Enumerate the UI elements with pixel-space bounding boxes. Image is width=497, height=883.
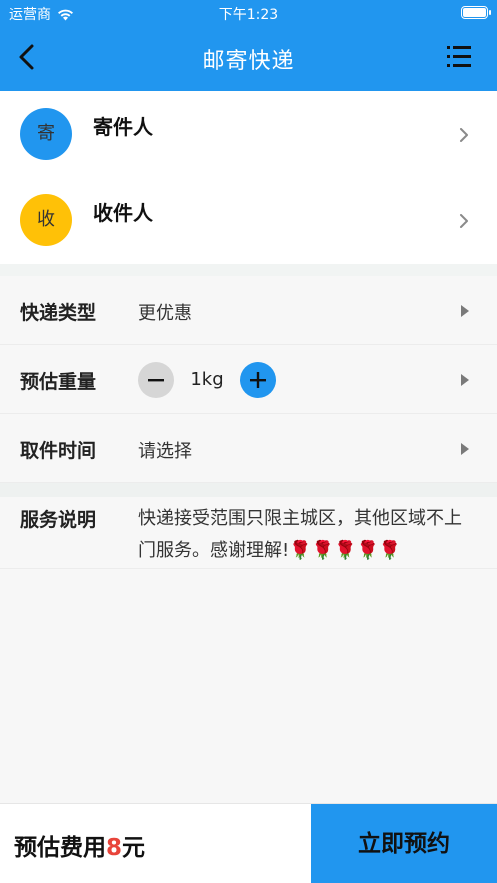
- order-form: 快递类型 更优惠 预估重量 1kg 取件时间 请选择: [0, 276, 497, 483]
- chevron-right-icon: [460, 214, 468, 228]
- book-now-button[interactable]: 立即预约: [311, 804, 497, 883]
- express-type-label: 快递类型: [20, 302, 97, 324]
- caret-right-icon: [461, 443, 469, 455]
- caret-right-icon: [461, 305, 469, 317]
- plus-icon: [250, 372, 266, 388]
- sender-badge: 寄: [20, 108, 72, 160]
- pickup-time-row[interactable]: 取件时间 请选择: [0, 414, 497, 483]
- receiver-badge: 收: [20, 194, 72, 246]
- contacts-section: 寄 寄件人 收 收件人: [0, 91, 497, 264]
- footer-bar: 预估费用8元 立即预约: [0, 803, 497, 883]
- weight-value: 1kg: [190, 369, 224, 390]
- service-notice: 服务说明 快递接受范围只限主城区，其他区域不上门服务。感谢理解!🌹🌹🌹🌹🌹: [0, 497, 497, 569]
- status-bar: 运营商 下午1:23: [0, 0, 497, 26]
- list-menu-icon[interactable]: [447, 44, 471, 70]
- weight-label: 预估重量: [20, 371, 97, 393]
- minus-icon: [148, 379, 164, 382]
- service-notice-label: 服务说明: [20, 509, 97, 531]
- pickup-time-value: 请选择: [138, 441, 192, 462]
- sender-row[interactable]: 寄 寄件人: [0, 91, 497, 177]
- section-divider: [0, 264, 497, 276]
- nav-bar: 邮寄快递: [0, 26, 497, 91]
- receiver-row[interactable]: 收 收件人: [0, 177, 497, 263]
- app-header: 运营商 下午1:23 邮寄快递: [0, 0, 497, 91]
- section-divider: [0, 483, 497, 497]
- weight-decrease-button[interactable]: [138, 362, 174, 398]
- weight-increase-button[interactable]: [240, 362, 276, 398]
- caret-right-icon[interactable]: [461, 374, 469, 386]
- chevron-right-icon: [460, 128, 468, 142]
- service-notice-text: 快递接受范围只限主城区，其他区域不上门服务。感谢理解!🌹🌹🌹🌹🌹: [138, 508, 462, 561]
- fee-label: 预估费用: [14, 835, 106, 861]
- status-time: 下午1:23: [218, 7, 279, 23]
- express-type-value: 更优惠: [138, 303, 192, 324]
- fee-unit: 元: [122, 835, 146, 861]
- pickup-time-label: 取件时间: [20, 440, 97, 462]
- receiver-label: 收件人: [93, 201, 153, 225]
- battery-icon: [461, 6, 491, 19]
- express-type-row[interactable]: 快递类型 更优惠: [0, 276, 497, 345]
- fee-text: 预估费用8元: [14, 828, 145, 862]
- estimated-fee: 预估费用8元: [0, 804, 311, 883]
- page-title: 邮寄快递: [202, 49, 295, 74]
- sender-label: 寄件人: [93, 115, 153, 139]
- fee-amount: 8: [106, 835, 123, 861]
